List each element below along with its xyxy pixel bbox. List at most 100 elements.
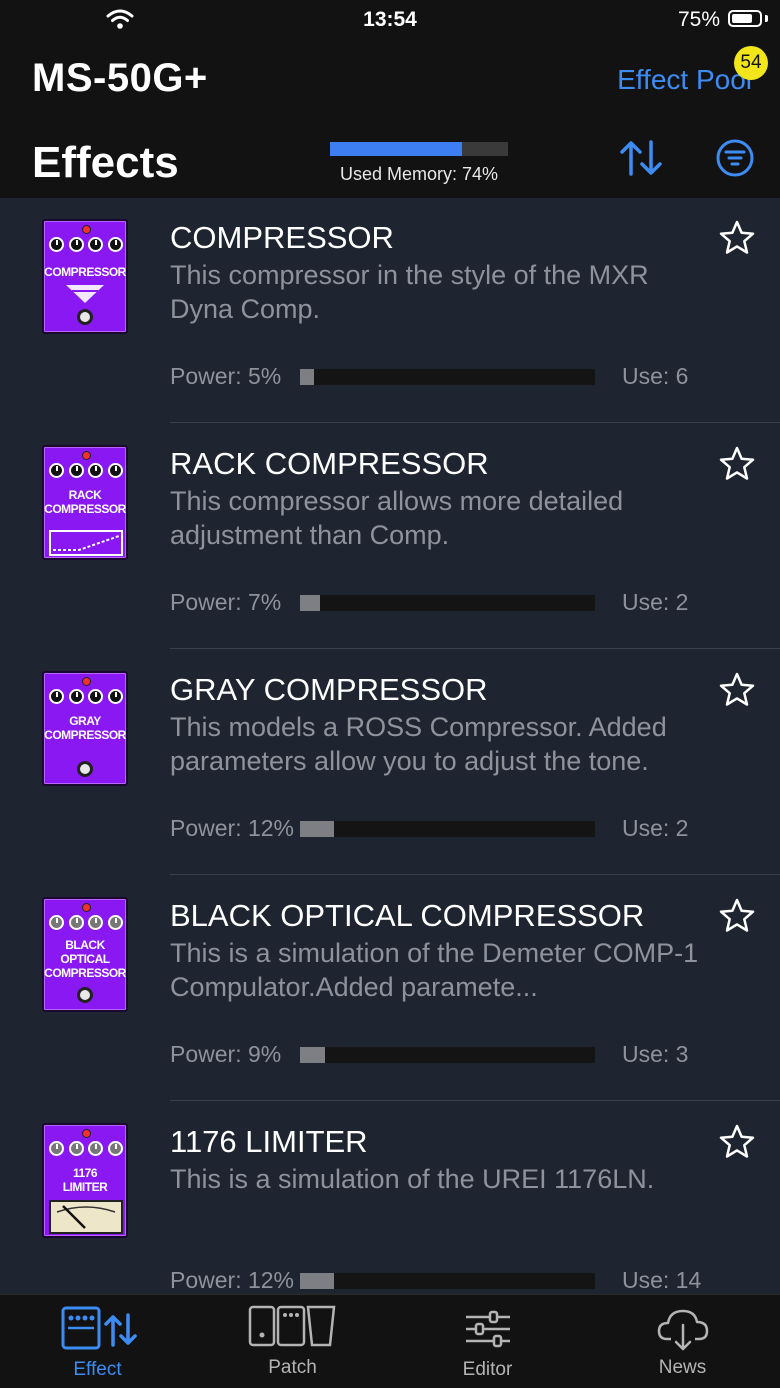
pedal-footswitch (77, 761, 93, 777)
pedal-led (82, 225, 91, 234)
effect-name: GRAY COMPRESSOR (170, 672, 488, 707)
tab-bar: Effect Patch Editor News (0, 1294, 780, 1388)
pedal-knob (49, 689, 64, 704)
use-count: Use: 6 (622, 363, 689, 389)
favorite-star-icon[interactable] (718, 671, 756, 709)
pedal-label: GRAY COMPRESSOR (44, 714, 126, 742)
pedal-knob (88, 1141, 104, 1156)
filter-icon[interactable] (714, 138, 756, 178)
pedal-footswitch (77, 987, 93, 1003)
favorite-star-icon[interactable] (718, 1123, 756, 1161)
pedal-footswitch (77, 309, 93, 325)
gray-compressor-pedal-icon: GRAY COMPRESSOR (42, 671, 128, 786)
memory-label: Used Memory: 74% (339, 164, 499, 184)
power-bar (300, 369, 595, 385)
favorite-star-icon[interactable] (718, 219, 756, 257)
compress-arrow-icon (66, 285, 104, 303)
effect-list[interactable]: COMPRESSOR COMPRESSOR This compressor in… (0, 198, 780, 1293)
tab-patch[interactable]: Patch (195, 1295, 390, 1388)
row-divider (170, 874, 780, 875)
tab-news[interactable]: News (585, 1295, 780, 1388)
effect-description: This is a simulation of the UREI 1176LN. (170, 1164, 655, 1194)
pedal-knobs (49, 463, 123, 483)
pedal-label: BLACK OPTICAL COMPRESSOR (44, 938, 126, 980)
pedal-led (82, 1129, 91, 1138)
power-bar-fill (300, 1273, 334, 1289)
effect-name: BLACK OPTICAL COMPRESSOR (170, 898, 645, 933)
battery-icon (728, 10, 762, 27)
pedal-knob (107, 915, 123, 930)
pedal-knob (68, 1141, 84, 1156)
effect-row[interactable]: 1176 LIMITER 1176 LIMITER This is a simu… (0, 1102, 780, 1293)
favorite-star-icon[interactable] (718, 445, 756, 483)
tab-label-effect: Effect (73, 1359, 122, 1380)
cloud-download-icon (657, 1309, 709, 1351)
pedal-knobs (49, 1141, 123, 1161)
effect-row[interactable]: RACK COMPRESSOR RACK COMPRESSOR This com… (0, 424, 780, 650)
effect-tab-icon (61, 1306, 137, 1350)
sort-icon[interactable] (618, 138, 664, 178)
power-bar (300, 821, 595, 837)
tab-editor[interactable]: Editor (390, 1295, 585, 1388)
rack-graph-icon (49, 530, 123, 556)
power-bar-fill (300, 595, 320, 611)
pedal-label: 1176 LIMITER (62, 1166, 108, 1194)
pedal-knob (107, 463, 123, 478)
pedal-knob (68, 689, 84, 704)
effect-description: This compressor allows more detailed adj… (170, 486, 624, 550)
tab-label-editor: Editor (462, 1359, 513, 1380)
pedal-led (82, 903, 91, 912)
tab-label-news: News (658, 1357, 707, 1378)
effect-row[interactable]: BLACK OPTICAL COMPRESSOR BLACK OPTICAL C… (0, 876, 780, 1102)
app-title: MS-50G+ (32, 56, 208, 100)
pedal-knobs (49, 237, 123, 257)
row-divider (170, 1100, 780, 1101)
battery-level (732, 14, 752, 23)
row-divider (170, 648, 780, 649)
rack-compressor-pedal-icon: RACK COMPRESSOR (42, 445, 128, 560)
pedal-knob (68, 915, 84, 930)
pedal-knob (107, 1141, 123, 1156)
pedal-knob (49, 1141, 64, 1156)
row-divider (170, 422, 780, 423)
power-label: Power: 5% (170, 363, 282, 389)
effect-row[interactable]: GRAY COMPRESSOR GRAY COMPRESSOR This mod… (0, 650, 780, 876)
effect-name: RACK COMPRESSOR (170, 446, 489, 481)
use-count: Use: 2 (622, 589, 689, 615)
pedal-label: RACK COMPRESSOR (44, 488, 126, 516)
effect-pool-link[interactable]: Effect Pool (617, 64, 752, 96)
pedal-knob (88, 915, 104, 930)
effect-row[interactable]: COMPRESSOR COMPRESSOR This compressor in… (0, 198, 780, 424)
black-optical-compressor-pedal-icon: BLACK OPTICAL COMPRESSOR (42, 897, 128, 1012)
favorite-star-icon[interactable] (718, 897, 756, 935)
battery-percent: 75% (677, 8, 720, 31)
power-bar-fill (300, 1047, 326, 1063)
status-time: 13:54 (363, 8, 417, 31)
effect-pool-badge: 54 (734, 46, 768, 80)
power-label: Power: 9% (170, 1041, 282, 1067)
pedal-knob (68, 237, 84, 252)
pedal-led (82, 677, 91, 686)
effect-name: COMPRESSOR (170, 220, 394, 255)
pedal-knob (49, 915, 64, 930)
tab-effect[interactable]: Effect (0, 1295, 195, 1388)
use-count: Use: 2 (622, 815, 689, 841)
memory-bar-fill (330, 142, 462, 156)
power-bar (300, 1273, 595, 1289)
editor-sliders-icon (466, 1310, 510, 1348)
power-label: Power: 12% (170, 1267, 295, 1293)
use-count: Use: 3 (622, 1041, 689, 1067)
battery-tip (765, 15, 768, 22)
pedal-knobs (49, 689, 123, 709)
tab-label-patch: Patch (268, 1357, 317, 1378)
effect-description: This is a simulation of the Demeter COMP… (170, 938, 699, 1002)
pedal-knob (107, 689, 123, 704)
pedal-knob (88, 463, 104, 478)
power-bar-fill (300, 369, 314, 385)
pedal-knob (49, 237, 64, 252)
power-bar (300, 1047, 595, 1063)
power-bar-fill (300, 821, 334, 837)
pedal-label: COMPRESSOR (44, 265, 126, 279)
memory-bar (330, 142, 508, 156)
power-label: Power: 12% (170, 815, 295, 841)
